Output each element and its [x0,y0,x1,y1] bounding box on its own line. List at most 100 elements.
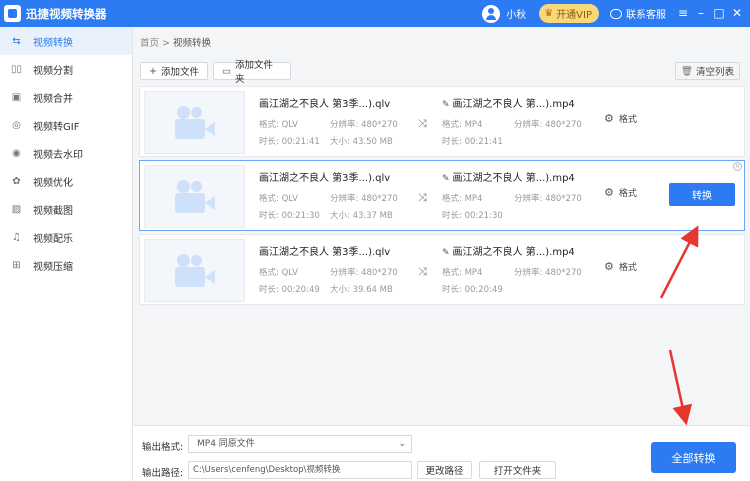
add-folder-label: 添加文件夹 [234,60,273,85]
user-avatar-icon[interactable] [482,4,501,23]
maximize-icon[interactable]: □ [710,0,728,27]
sidebar-item-compress[interactable]: ⊞ 视频压缩 [0,251,132,279]
sidebar-item-optimize[interactable]: ✿ 视频优化 [0,167,132,195]
clear-list-label: 清空列表 [695,67,734,78]
clear-list-button[interactable]: 🗑 清空列表 [674,62,740,80]
sidebar-item-watermark[interactable]: ◉ 视频去水印 [0,139,132,167]
output-format: 格式: MP4 [442,120,483,130]
source-format: 格式: QLV [259,194,298,204]
sidebar-item-label: 视频配乐 [33,233,73,245]
add-file-button[interactable]: + 添加文件 [140,62,208,80]
sidebar: ⇆ 视频转换 ▯▯ 视频分割 ▣ 视频合并 ◎ 视频转GIF ◉ 视频去水印 ✿… [0,27,133,481]
sidebar-item-merge[interactable]: ▣ 视频合并 [0,83,132,111]
format-settings-label: 格式 [618,115,637,125]
support-button[interactable]: 联系客服 [610,6,666,21]
sidebar-item-label: 视频截图 [33,205,73,217]
folder-icon: ▭ [222,65,231,77]
pencil-icon: ✎ [442,248,450,258]
arrow-to-convert-all-button [668,349,693,426]
source-duration: 时长: 00:21:30 [259,211,320,221]
sidebar-item-convert[interactable]: ⇆ 视频转换 [0,27,132,55]
format-settings-label: 格式 [618,189,637,199]
close-icon[interactable]: ✕ [728,0,746,27]
add-file-label: 添加文件 [160,67,199,78]
vip-button[interactable]: ♛ 开通VIP [539,4,599,23]
title-bar: 迅捷视频转换器 小秋 ♛ 开通VIP 联系客服 ≡ – □ ✕ [0,0,750,27]
optimize-icon: ✿ [12,175,21,187]
output-duration: 时长: 00:21:41 [442,137,503,147]
sidebar-item-gif[interactable]: ◎ 视频转GIF [0,111,132,139]
add-folder-button[interactable]: ▭ 添加文件夹 [213,60,291,85]
source-resolution: 分辨率: 480*270 [330,268,398,278]
shuffle-icon: ⤨ [418,117,427,130]
output-path-field[interactable]: C:\Users\cenfeng\Desktop\视频转换 [188,461,412,479]
source-size: 大小: 43.50 MB [330,137,393,147]
sidebar-item-label: 视频优化 [33,177,73,189]
pencil-icon: ✎ [442,100,450,110]
source-file-name: 画江湖之不良人 第3季...).qlv [259,99,391,110]
output-path-label: 输出路径: [142,468,184,479]
chat-icon [610,8,622,19]
output-resolution: 分辨率: 480*270 [514,268,582,278]
sidebar-item-split[interactable]: ▯▯ 视频分割 [0,55,132,83]
gear-icon: ⚙ [604,186,614,199]
source-size: 大小: 39.64 MB [330,285,393,295]
format-settings-button[interactable]: ⚙ 格式 [604,260,637,273]
file-row[interactable]: 画江湖之不良人 第3季...).qlv 格式: QLV 分辨率: 480*270… [139,86,745,157]
source-duration: 时长: 00:21:41 [259,137,320,147]
file-row[interactable]: 画江湖之不良人 第3季...).qlv 格式: QLV 分辨率: 480*270… [139,160,745,231]
format-settings-label: 格式 [618,263,637,273]
convert-all-button[interactable]: 全部转换 [651,442,736,473]
output-format-select[interactable]: MP4 同原文件 ⌄ [188,435,412,453]
split-icon: ▯▯ [10,63,22,75]
breadcrumb-separator: > [162,38,171,49]
app-logo-icon [4,5,21,22]
output-format: 格式: MP4 [442,194,483,204]
merge-icon: ▣ [11,91,22,103]
menu-icon[interactable]: ≡ [674,0,692,27]
output-settings-panel: 输出格式: MP4 同原文件 ⌄ 输出路径: C:\Users\cenfeng\… [133,425,750,481]
sidebar-item-screenshot[interactable]: ▨ 视频截图 [0,195,132,223]
convert-button[interactable]: 转换 [669,183,735,206]
source-duration: 时长: 00:20:49 [259,285,320,295]
output-format-value: MP4 同原文件 [197,439,255,449]
vip-label: 开通VIP [556,10,592,21]
video-thumbnail [144,165,245,228]
format-settings-button[interactable]: ⚙ 格式 [604,112,637,125]
chevron-down-icon: ⌄ [398,439,406,449]
minimize-icon[interactable]: – [692,0,710,27]
change-path-button[interactable]: 更改路径 [417,461,472,479]
sidebar-item-label: 视频转换 [33,37,73,49]
trash-icon: 🗑 [680,65,693,77]
output-duration: 时长: 00:20:49 [442,285,503,295]
username[interactable]: 小秋 [506,6,526,21]
source-format: 格式: QLV [259,120,298,130]
video-thumbnail [144,91,245,154]
plus-icon: + [149,65,157,77]
remove-row-icon[interactable]: × [733,162,742,171]
breadcrumb-home[interactable]: 首页 [140,38,159,49]
output-resolution: 分辨率: 480*270 [514,194,582,204]
source-file-name: 画江湖之不良人 第3季...).qlv [259,173,391,184]
sidebar-item-label: 视频去水印 [33,149,83,161]
open-folder-button[interactable]: 打开文件夹 [479,461,556,479]
music-icon: ♫ [12,231,21,243]
output-duration: 时长: 00:21:30 [442,211,503,221]
gif-icon: ◎ [12,119,21,131]
app-title: 迅捷视频转换器 [26,6,107,21]
file-row[interactable]: 画江湖之不良人 第3季...).qlv 格式: QLV 分辨率: 480*270… [139,234,745,305]
sidebar-item-label: 视频压缩 [33,261,73,273]
sidebar-item-label: 视频转GIF [33,121,80,133]
screenshot-icon: ▨ [11,203,22,215]
sidebar-item-music[interactable]: ♫ 视频配乐 [0,223,132,251]
pencil-icon: ✎ [442,174,450,184]
format-settings-button[interactable]: ⚙ 格式 [604,186,637,199]
convert-icon: ⇆ [12,35,21,47]
source-file-name: 画江湖之不良人 第3季...).qlv [259,247,391,258]
video-camera-icon [173,253,217,288]
sidebar-item-label: 视频分割 [33,65,73,77]
output-file-name[interactable]: ✎ 画江湖之不良人 第...).mp4 [442,243,575,258]
output-file-name[interactable]: ✎ 画江湖之不良人 第...).mp4 [442,95,575,110]
output-file-name[interactable]: ✎ 画江湖之不良人 第...).mp4 [442,169,575,184]
output-format-label: 输出格式: [142,442,184,453]
